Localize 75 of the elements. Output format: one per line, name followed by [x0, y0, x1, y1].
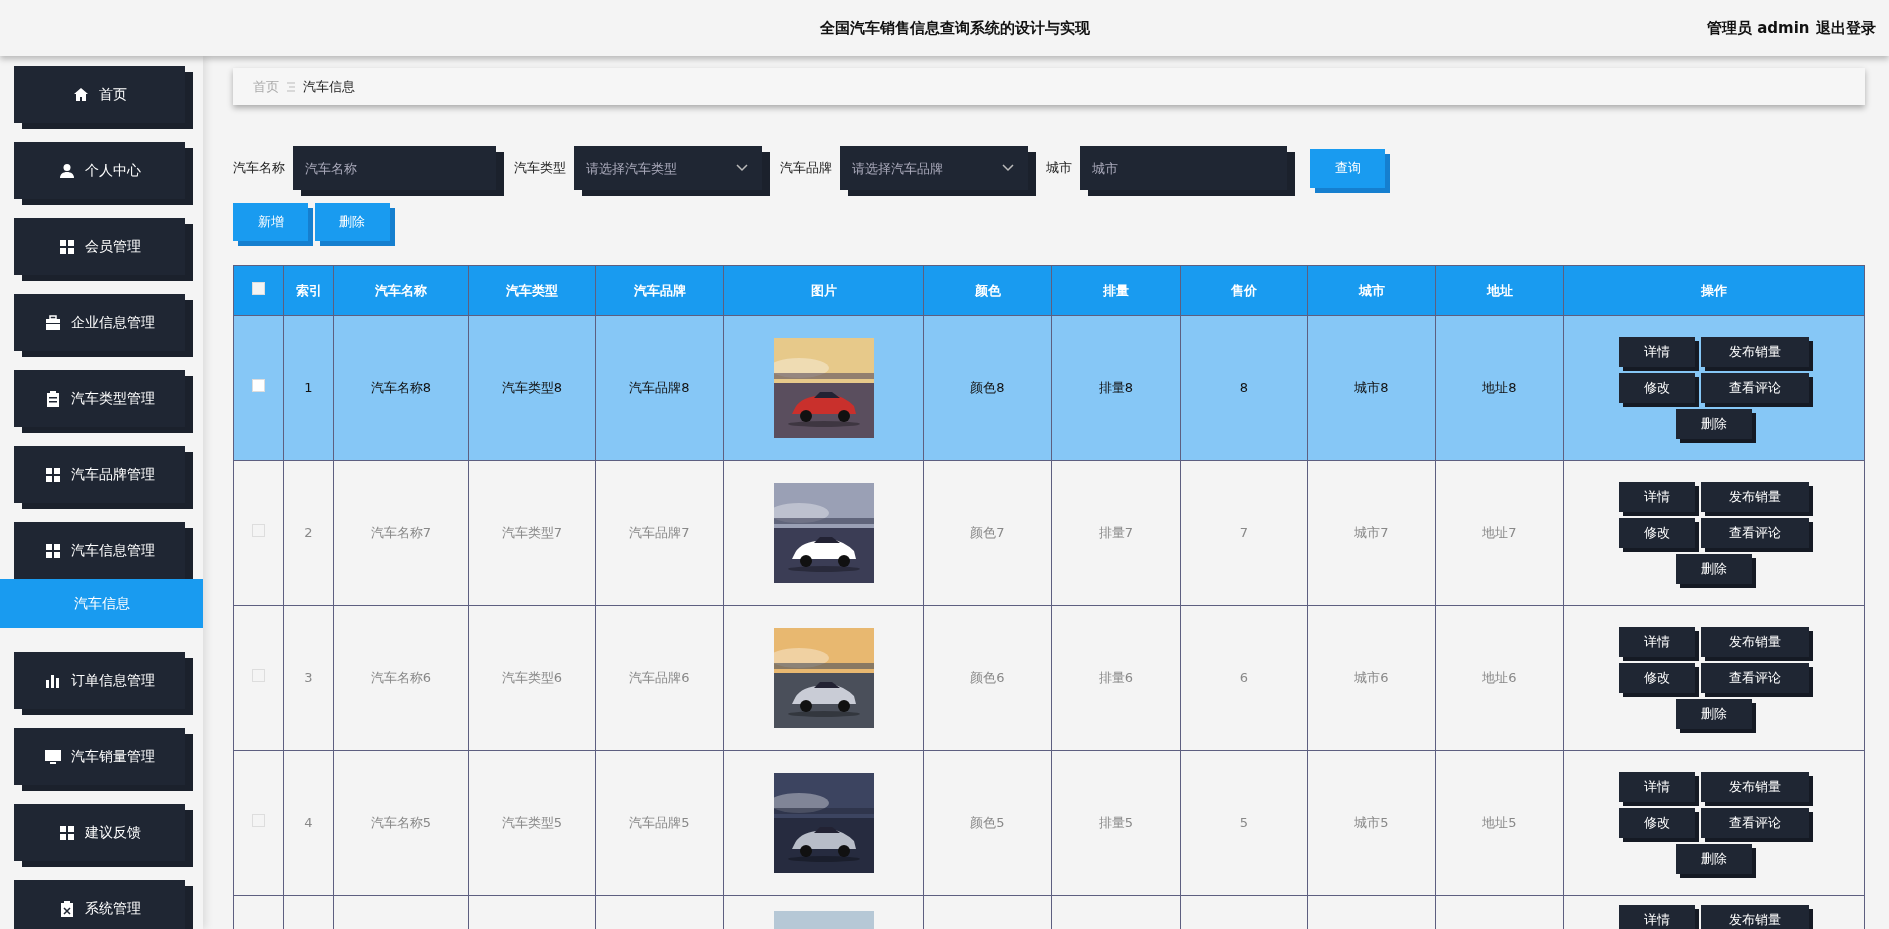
briefcase-icon: [44, 314, 61, 331]
table-cell: 颜色7: [970, 525, 1005, 541]
chevron-icon: [1002, 164, 1014, 172]
field-label: 汽车类型: [514, 159, 566, 178]
clipboard-icon: [44, 390, 61, 407]
grid-icon: [44, 466, 61, 483]
table-cell: 8: [1239, 380, 1249, 396]
column-header: 颜色: [974, 282, 1001, 298]
table-cell: 颜色6: [970, 670, 1005, 686]
table-cell: 城市8: [1354, 380, 1389, 396]
table-cell: 汽车类型5: [501, 815, 563, 831]
table-cell: 颜色8: [970, 380, 1005, 396]
grid-icon: [58, 824, 75, 841]
input-field[interactable]: 汽车名称: [293, 146, 496, 190]
table-cell: 汽车类型8: [501, 380, 563, 396]
table-cell: 城市5: [1354, 815, 1389, 831]
input-field[interactable]: 城市: [1080, 146, 1287, 190]
table-cell: 汽车品牌8: [629, 380, 690, 396]
table-cell: 汽车品牌5: [629, 815, 690, 831]
field-label: 城市: [1046, 159, 1072, 178]
column-header: 索引: [295, 282, 322, 298]
table-cell: 排量6: [1098, 670, 1134, 686]
table-cell: 颜色5: [970, 815, 1005, 831]
monitor-icon: [44, 748, 61, 765]
table-cell: 4: [304, 815, 313, 831]
table-cell: 城市6: [1354, 670, 1389, 686]
user-icon: [58, 162, 75, 179]
table-cell: 汽车名称7: [370, 525, 432, 541]
table-cell: 汽车名称5: [370, 815, 432, 831]
table-cell: 地址5: [1482, 815, 1517, 831]
table-cell: 汽车名称8: [370, 380, 432, 396]
table-cell: 城市7: [1354, 525, 1389, 541]
table-cell: 地址8: [1482, 380, 1517, 396]
table-cell: 排量7: [1098, 525, 1134, 541]
home-icon: [72, 86, 89, 103]
table-cell: 地址7: [1482, 525, 1517, 541]
column-header: 地址: [1486, 282, 1513, 298]
field-label: 汽车品牌: [780, 159, 832, 178]
table-cell: 2: [304, 525, 313, 541]
breadcrumb-item: 汽车信息: [303, 77, 355, 96]
table-cell: 排量8: [1098, 380, 1134, 396]
table-cell: 排量5: [1098, 815, 1134, 831]
table-cell: 汽车品牌7: [629, 525, 690, 541]
column-header: 图片: [810, 282, 837, 298]
table-cell: 汽车名称6: [370, 670, 432, 686]
row-checkbox[interactable]: [252, 379, 265, 393]
table-cell: 6: [1239, 670, 1249, 686]
clipboard-icon: [58, 900, 75, 917]
table-cell: 1: [304, 380, 313, 396]
separator-icon: [287, 81, 295, 92]
column-header: 排量: [1103, 282, 1129, 298]
column-header: 汽车类型: [506, 282, 558, 298]
table-cell: 地址6: [1482, 670, 1517, 686]
dropdown-field[interactable]: 请选择汽车类型: [574, 146, 762, 190]
column-header: 操作: [1701, 282, 1727, 298]
header-checkbox[interactable]: [252, 281, 265, 295]
column-header: 汽车名称: [375, 282, 427, 298]
column-header: 城市: [1358, 282, 1385, 298]
grid-icon: [58, 238, 75, 255]
grid-icon: [44, 542, 61, 559]
dropdown-field[interactable]: 请选择汽车品牌: [840, 146, 1028, 190]
table-cell: 5: [1239, 815, 1249, 831]
table-cell: 7: [1239, 525, 1249, 541]
logout-link[interactable]: 退出登录: [1816, 16, 1876, 40]
table-cell: 汽车类型7: [501, 525, 563, 541]
chevron-icon: [736, 164, 748, 172]
field-label: 汽车名称: [233, 159, 285, 178]
app-title: 全国汽车销售信息查询系统的设计与实现: [819, 17, 1090, 39]
user-label: 管理员 admin: [1706, 17, 1810, 39]
table-cell: 汽车类型6: [501, 670, 563, 686]
table-cell: 3: [304, 670, 313, 686]
column-header: 售价: [1231, 282, 1257, 298]
column-header: 汽车品牌: [633, 282, 686, 298]
table-cell: 汽车品牌6: [629, 670, 690, 686]
bar-chart-icon: [44, 672, 61, 689]
